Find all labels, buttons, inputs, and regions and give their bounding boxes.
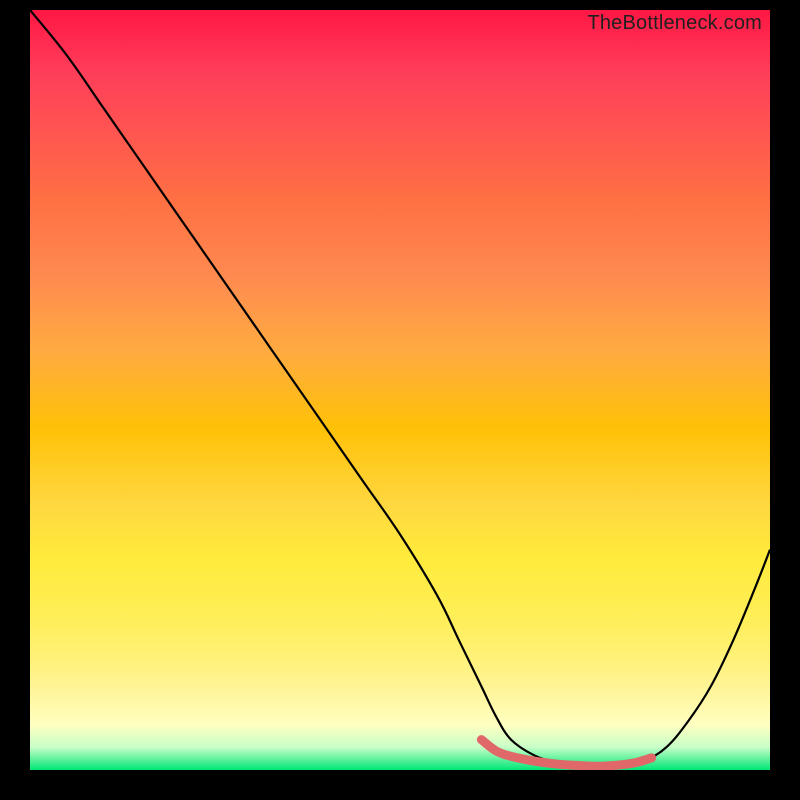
bottleneck-curve-path [30, 10, 770, 768]
watermark-text: TheBottleneck.com [587, 12, 762, 35]
plot-gradient-background [30, 10, 770, 770]
chart-svg [30, 10, 770, 770]
highlight-flat-segment [481, 740, 651, 767]
